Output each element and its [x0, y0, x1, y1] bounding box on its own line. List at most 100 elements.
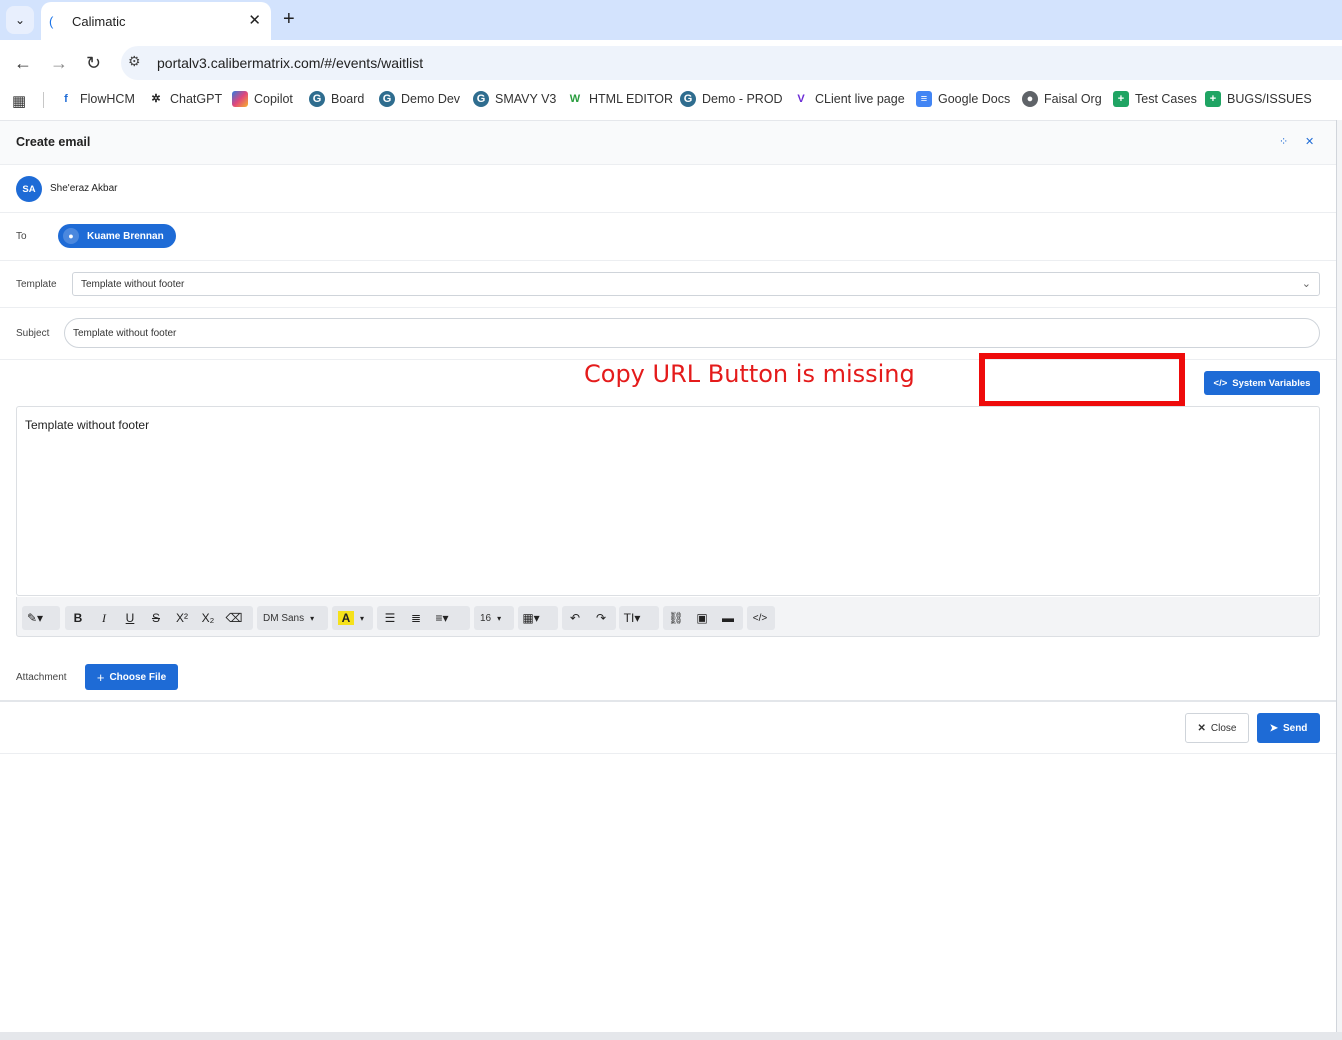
- text-height-icon: TI▾: [623, 611, 641, 625]
- bullet-list-icon[interactable]: ☰: [377, 606, 403, 630]
- favicon-icon: (: [49, 14, 54, 29]
- site-settings-icon[interactable]: ⚙: [128, 53, 148, 73]
- divider: [0, 212, 1336, 213]
- close-tab-icon[interactable]: ✕: [248, 11, 261, 29]
- status-strip: [0, 1032, 1342, 1040]
- bookmark-google-docs[interactable]: ≡ Google Docs: [916, 91, 1010, 107]
- to-label: To: [16, 231, 27, 242]
- eraser-icon[interactable]: ⌫: [221, 606, 247, 630]
- subject-label: Subject: [16, 328, 50, 339]
- close-button[interactable]: ✕ Close: [1185, 713, 1249, 743]
- divider: [0, 260, 1336, 261]
- strikethrough-icon[interactable]: S: [143, 606, 169, 630]
- footer-divider: [0, 753, 1336, 754]
- modal-header: [0, 121, 1336, 165]
- subject-input[interactable]: Template without footer: [64, 318, 1320, 348]
- google-docs-icon: ≡: [916, 91, 932, 107]
- attachment-label: Attachment: [16, 672, 67, 683]
- board-icon: G: [309, 91, 325, 107]
- underline-icon[interactable]: U: [117, 606, 143, 630]
- editor-text: Template without footer: [25, 418, 150, 432]
- system-variables-button[interactable]: </> System Variables: [1204, 371, 1320, 395]
- bookmark-client-live[interactable]: V CLient live page: [793, 91, 904, 107]
- new-tab-icon[interactable]: +: [283, 8, 295, 31]
- font-size-select[interactable]: 16 ▾: [474, 606, 514, 630]
- align-icon[interactable]: ≡▾: [429, 606, 455, 630]
- recipient-name: Kuame Brennan: [87, 230, 164, 242]
- send-button[interactable]: ➤ Send: [1257, 713, 1320, 743]
- demo-dev-icon: G: [379, 91, 395, 107]
- faisal-org-icon: ●: [1022, 91, 1038, 107]
- bookmark-faisal-org[interactable]: ● Faisal Org: [1022, 91, 1102, 107]
- caret-icon: ▾: [360, 613, 365, 623]
- bookmark-chatgpt[interactable]: ✲ ChatGPT: [148, 91, 222, 107]
- text-color-button[interactable]: A ▾: [332, 606, 373, 630]
- recipient-chip[interactable]: ● Kuame Brennan: [58, 224, 176, 248]
- template-value: Template without footer: [81, 279, 185, 290]
- bookmark-label: Copilot: [254, 92, 293, 106]
- subject-value: Template without footer: [73, 328, 177, 339]
- numbered-list-icon[interactable]: ≣: [403, 606, 429, 630]
- chatgpt-icon: ✲: [151, 93, 161, 105]
- caret-icon: ▾: [310, 613, 315, 623]
- sheets-icon: +: [1113, 91, 1129, 107]
- bookmark-bugs-issues[interactable]: + BUGS/ISSUES: [1205, 91, 1312, 107]
- footer-divider: [0, 700, 1336, 702]
- close-icon: ✕: [1197, 722, 1206, 734]
- choose-file-button[interactable]: + Choose File: [85, 664, 178, 690]
- send-icon: ➤: [1269, 722, 1278, 734]
- flowhcm-icon: f: [64, 93, 68, 105]
- font-family-value: DM Sans: [263, 612, 305, 624]
- annotation-highlight-box: [979, 353, 1185, 407]
- magic-wand-icon: ✎▾: [26, 611, 44, 625]
- bookmark-html-editor[interactable]: W HTML EDITOR: [567, 91, 673, 107]
- forward-icon[interactable]: →: [50, 53, 68, 74]
- url-text[interactable]: portalv3.calibermatrix.com/#/events/wait…: [157, 55, 423, 71]
- redo-icon[interactable]: ↷: [588, 606, 614, 630]
- apps-grid-icon[interactable]: ▦: [12, 92, 26, 110]
- font-family-select[interactable]: DM Sans ▾: [257, 606, 328, 630]
- tab-search-icon[interactable]: ⌄: [6, 6, 34, 34]
- text-color-icon: A: [338, 611, 354, 625]
- sender-name: She'eraz Akbar: [50, 183, 118, 194]
- link-icon[interactable]: ⛓: [663, 606, 689, 630]
- bookmark-smavy[interactable]: G SMAVY V3: [473, 91, 556, 107]
- template-select[interactable]: Template without footer ⌄: [72, 272, 1320, 296]
- bookmark-flowhcm[interactable]: f FlowHCM: [58, 91, 135, 107]
- bookmark-demo-prod[interactable]: G Demo - PROD: [680, 91, 783, 107]
- superscript-icon[interactable]: X²: [169, 606, 195, 630]
- bookmark-board[interactable]: G Board: [309, 91, 364, 107]
- demo-prod-icon: G: [680, 91, 696, 107]
- italic-icon[interactable]: I: [91, 606, 117, 630]
- tab-title: Calimatic: [72, 14, 126, 29]
- subscript-icon[interactable]: X₂: [195, 606, 221, 630]
- bold-icon[interactable]: B: [65, 606, 91, 630]
- image-icon[interactable]: ▣: [689, 606, 715, 630]
- table-button[interactable]: ▦▾: [518, 606, 558, 630]
- minimize-icon[interactable]: ⁘: [1279, 135, 1288, 148]
- bookmark-demo-dev[interactable]: G Demo Dev: [379, 91, 460, 107]
- back-icon[interactable]: ←: [14, 53, 32, 74]
- reload-icon[interactable]: ↻: [86, 53, 101, 74]
- bookmark-test-cases[interactable]: + Test Cases: [1113, 91, 1197, 107]
- send-label: Send: [1282, 722, 1308, 734]
- browser-tab[interactable]: ( Calimatic ✕: [41, 2, 271, 40]
- video-icon[interactable]: ▬: [715, 606, 741, 630]
- sheets-icon: +: [1205, 91, 1221, 107]
- bookmark-label: Demo Dev: [401, 92, 461, 106]
- close-icon[interactable]: ✕: [1305, 135, 1314, 148]
- email-body-editor[interactable]: Template without footer: [16, 406, 1320, 596]
- code-view-button[interactable]: </>: [747, 606, 775, 630]
- magic-style-button[interactable]: ✎▾: [22, 606, 60, 630]
- font-size-value: 16: [480, 612, 492, 624]
- system-variables-label: System Variables: [1232, 377, 1311, 389]
- code-view-icon: </>: [752, 612, 768, 624]
- annotation-text: Copy URL Button is missing: [584, 360, 915, 388]
- page-scrollbar[interactable]: [1336, 120, 1342, 1032]
- text-size-button[interactable]: TI▾: [619, 606, 659, 630]
- bookmark-copilot[interactable]: Copilot: [232, 91, 293, 107]
- bookmark-label: Board: [331, 92, 365, 106]
- undo-icon[interactable]: ↶: [562, 606, 588, 630]
- chevron-down-icon: ⌄: [1301, 278, 1311, 290]
- table-icon: ▦▾: [522, 611, 540, 625]
